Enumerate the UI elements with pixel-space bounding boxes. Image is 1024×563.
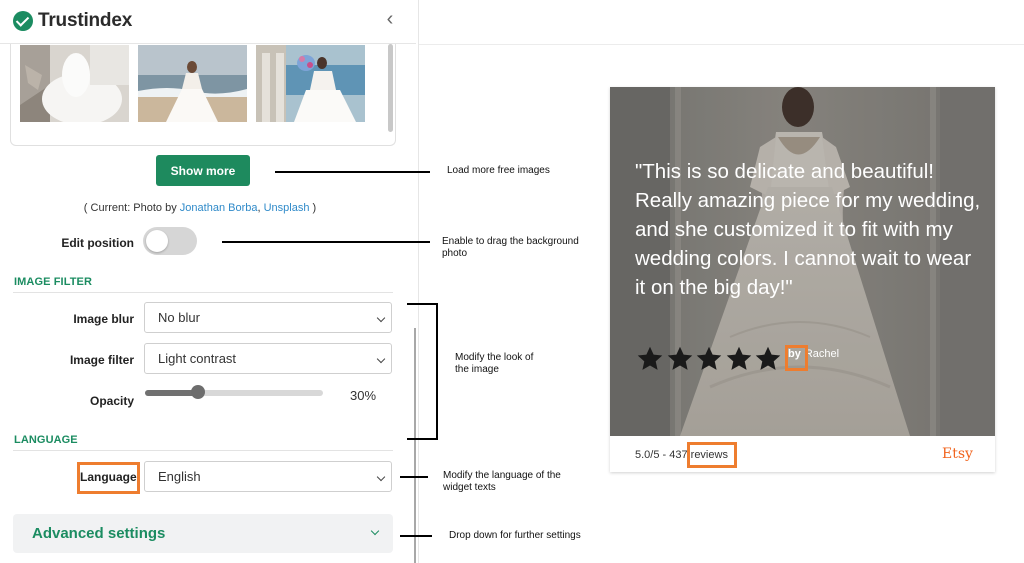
check-circle-icon: [13, 11, 33, 31]
brand-name: Trustindex: [38, 10, 133, 31]
gallery-scrollbar[interactable]: [388, 44, 393, 132]
author-name: Rachel: [804, 348, 840, 360]
image-filter-value: Light contrast: [158, 351, 237, 366]
advanced-settings-label: Advanced settings: [32, 525, 166, 542]
annotation-language: Modify the language of the widget texts: [443, 470, 561, 493]
image-blur-value: No blur: [158, 310, 200, 325]
chevron-left-icon[interactable]: ‹: [382, 9, 398, 30]
annotation-line: [275, 171, 430, 173]
annotation-edit-position: Enable to drag the background photo: [442, 236, 579, 259]
chevron-down-icon: [376, 472, 386, 482]
background-photo: "This is so delicate and beautiful! Real…: [610, 87, 995, 436]
image-filter-select[interactable]: Light contrast: [144, 343, 392, 374]
annotation-line: [222, 241, 430, 243]
gallery-thumbnail-3[interactable]: [256, 45, 365, 122]
annotation-bracket: [407, 303, 438, 440]
toggle-knob: [146, 230, 168, 252]
star-icon: [696, 346, 722, 370]
review-widget-preview: "This is so delicate and beautiful! Real…: [610, 87, 995, 472]
language-select[interactable]: English: [144, 461, 392, 492]
unsplash-link[interactable]: Unsplash: [264, 202, 310, 214]
rating-summary-text: 5.0/5 - 437: [635, 449, 691, 461]
advanced-settings-dropdown[interactable]: Advanced settings: [13, 514, 393, 553]
image-blur-select[interactable]: No blur: [144, 302, 392, 333]
annotation-advanced: Drop down for further settings: [449, 530, 581, 541]
image-blur-label: Image blur: [73, 312, 134, 326]
image-filter-label: Image filter: [69, 353, 134, 367]
edit-position-label: Edit position: [61, 236, 134, 250]
divider: [13, 292, 393, 293]
opacity-label: Opacity: [89, 394, 134, 408]
opacity-slider-fill: [145, 390, 199, 396]
opacity-slider-handle[interactable]: [191, 385, 206, 399]
star-rating: [636, 345, 784, 373]
annotation-show-more: Load more free images: [447, 165, 550, 176]
gallery-thumbnail-1[interactable]: [20, 45, 129, 122]
image-filter-heading: IMAGE FILTER: [14, 276, 92, 288]
divider: [13, 450, 393, 451]
chevron-down-icon: [370, 526, 380, 536]
opacity-value: 30%: [350, 388, 377, 403]
etsy-logo: Etsy: [942, 446, 973, 462]
opacity-slider[interactable]: [145, 385, 323, 399]
settings-panel: Trustindex ‹ Show more ( Current: Photo …: [0, 0, 416, 563]
trustindex-logo: Trustindex: [13, 10, 132, 32]
credit-suffix: ): [309, 202, 317, 214]
panel-header: Trustindex ‹: [0, 0, 416, 44]
highlight-box: [77, 462, 140, 494]
chevron-down-icon: [376, 313, 386, 323]
panel-divider: [418, 0, 419, 563]
photographer-link[interactable]: Jonathan Borba: [180, 202, 258, 214]
star-icon: [726, 346, 751, 370]
chevron-down-icon: [376, 354, 386, 364]
star-icon: [637, 346, 663, 370]
annotation-filters: Modify the look of the image: [455, 352, 534, 375]
language-heading: LANGUAGE: [14, 434, 78, 446]
highlight-box: [785, 345, 808, 371]
annotation-line: [400, 535, 432, 537]
photo-credit: ( Current: Photo by Jonathan Borba, Unsp…: [0, 202, 400, 214]
star-icon: [755, 346, 781, 370]
credit-prefix: ( Current: Photo by: [83, 202, 180, 214]
highlight-box: [687, 442, 737, 468]
annotation-line: [400, 476, 428, 478]
star-icon: [667, 346, 692, 370]
gallery-thumbnail-2[interactable]: [138, 45, 247, 122]
edit-position-toggle[interactable]: [143, 227, 197, 255]
preview-top-border: [419, 44, 1024, 45]
language-value: English: [158, 469, 201, 484]
review-text: "This is so delicate and beautiful! Real…: [635, 160, 981, 299]
show-more-button[interactable]: Show more: [156, 155, 250, 186]
image-gallery: [10, 30, 396, 146]
